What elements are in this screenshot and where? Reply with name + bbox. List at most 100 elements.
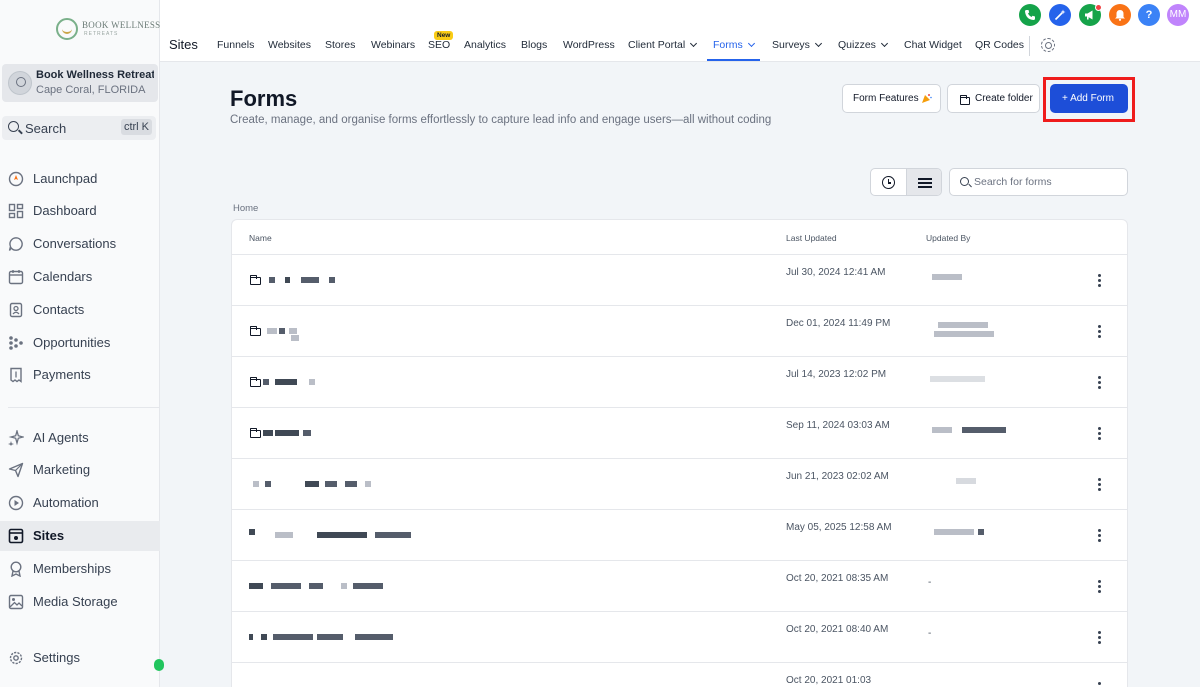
receipt-icon [10, 367, 22, 383]
more-options-icon[interactable] [1098, 325, 1101, 338]
send-icon [8, 462, 24, 478]
phone-icon [1025, 10, 1035, 20]
table-row[interactable]: Oct 20, 2021 08:35 AM - [232, 561, 1127, 612]
tab-wordpress[interactable]: WordPress [563, 39, 615, 61]
tab-label: QR Codes [975, 39, 1025, 51]
sidebar-item-label: Settings [33, 650, 80, 665]
row-name-redacted[interactable] [249, 427, 409, 441]
sidebar-item-sites[interactable]: Sites [0, 521, 160, 551]
magic-wand-button[interactable] [1049, 4, 1071, 26]
sidebar-item-label: Payments [33, 367, 91, 382]
tab-funnels[interactable]: Funnels [217, 39, 254, 61]
table-row[interactable]: Jul 14, 2023 12:02 PM [232, 357, 1127, 408]
form-features-button[interactable]: Form Features [842, 84, 941, 113]
sidebar-item-ai-agents[interactable]: AI Agents [0, 423, 160, 453]
sidebar-item-marketing[interactable]: Marketing [0, 455, 160, 485]
table-row[interactable]: Jun 21, 2023 02:02 AM [232, 459, 1127, 510]
notification-dot [1095, 4, 1102, 11]
tab-client-portal[interactable]: Client Portal [628, 39, 698, 61]
row-last-updated: Oct 20, 2021 08:35 AM [786, 573, 889, 584]
list-view-button[interactable] [906, 169, 941, 195]
row-name-redacted[interactable] [249, 682, 409, 687]
more-options-icon[interactable] [1098, 427, 1101, 440]
tab-seo[interactable]: SEO [428, 39, 450, 61]
row-name-redacted[interactable] [249, 631, 409, 645]
notifications-button[interactable] [1109, 4, 1131, 26]
create-folder-button[interactable]: Create folder [947, 84, 1040, 113]
sidebar-item-payments[interactable]: Payments [0, 360, 160, 390]
row-name-redacted[interactable] [249, 376, 409, 390]
sidebar-item-settings[interactable]: Settings [0, 643, 160, 673]
add-form-button[interactable]: + Add Form [1050, 84, 1128, 113]
more-options-icon[interactable] [1098, 376, 1101, 389]
account-switcher[interactable]: Book Wellness Retreats Cape Coral, FLORI… [2, 64, 158, 102]
tab-stores[interactable]: Stores [325, 39, 355, 61]
gear-icon[interactable] [1041, 38, 1055, 52]
more-options-icon[interactable] [1098, 274, 1101, 287]
more-options-icon[interactable] [1098, 478, 1101, 491]
topnav-divider [1029, 36, 1030, 56]
row-name-redacted[interactable] [249, 478, 409, 492]
table-row[interactable]: Dec 01, 2024 11:49 PM [232, 306, 1127, 357]
column-header-last-updated[interactable]: Last Updated [786, 233, 837, 243]
logo-subtext: RETREATS [84, 31, 119, 37]
sidebar-item-contacts[interactable]: Contacts [0, 295, 160, 325]
table-row[interactable]: May 05, 2025 12:58 AM [232, 510, 1127, 561]
tab-label: Stores [325, 39, 356, 51]
table-row[interactable]: Jul 30, 2024 12:41 AM [232, 255, 1127, 306]
search-icon [960, 177, 969, 186]
support-chat-handle[interactable] [154, 659, 164, 671]
sidebar-item-launchpad[interactable]: Launchpad [0, 164, 160, 194]
tab-blogs[interactable]: Blogs [521, 39, 547, 61]
sidebar-item-label: AI Agents [33, 430, 89, 445]
tab-surveys[interactable]: Surveys [772, 39, 822, 61]
sidebar-item-dashboard[interactable]: Dashboard [0, 196, 160, 226]
breadcrumb-home[interactable]: Home [233, 203, 258, 214]
sidebar-divider [8, 407, 160, 408]
sidebar-item-label: Memberships [33, 561, 112, 576]
tab-qr-codes[interactable]: QR Codes [975, 39, 1024, 61]
row-name-redacted[interactable] [249, 580, 409, 594]
tab-chat-widget[interactable]: Chat Widget [904, 39, 962, 61]
row-name-redacted[interactable] [249, 325, 409, 341]
sidebar-item-automation[interactable]: Automation [0, 488, 160, 518]
forms-search-input[interactable] [949, 168, 1128, 196]
sidebar-item-conversations[interactable]: Conversations [0, 229, 160, 259]
more-options-icon[interactable] [1098, 631, 1101, 644]
sidebar-item-memberships[interactable]: Memberships [0, 554, 160, 584]
row-updated-by [928, 679, 1038, 687]
tab-websites[interactable]: Websites [268, 39, 311, 61]
tab-analytics[interactable]: Analytics [464, 39, 506, 61]
table-row[interactable]: Sep 11, 2024 03:03 AM [232, 408, 1127, 459]
opportunities-icon [9, 336, 23, 350]
sidebar-item-media-storage[interactable]: Media Storage [0, 587, 160, 617]
view-toggle [870, 168, 942, 196]
user-avatar[interactable]: MM [1167, 4, 1189, 26]
row-name-redacted[interactable] [249, 274, 409, 288]
column-header-name[interactable]: Name [249, 233, 272, 243]
tab-webinars[interactable]: Webinars [371, 39, 415, 61]
create-folder-label: Create folder [975, 93, 1033, 104]
more-options-icon[interactable] [1098, 529, 1101, 542]
brand-logo[interactable]: BOOK WELLNESS RETREATS [56, 16, 160, 42]
row-last-updated: Dec 01, 2024 11:49 PM [786, 318, 891, 329]
tab-quizzes[interactable]: Quizzes [838, 39, 888, 61]
column-header-updated-by[interactable]: Updated By [926, 233, 970, 243]
sidebar-search[interactable]: Search ctrl K [2, 116, 156, 140]
row-updated-by-redacted [928, 526, 1038, 546]
sidebar-item-calendars[interactable]: Calendars [0, 262, 160, 292]
recent-view-button[interactable] [871, 169, 907, 195]
tab-label: Quizzes [838, 39, 876, 51]
table-row[interactable]: Oct 20, 2021 01:03 [232, 663, 1127, 687]
row-updated-by: - [928, 577, 932, 588]
sidebar-item-opportunities[interactable]: Opportunities [0, 328, 160, 358]
help-button[interactable]: ? [1138, 4, 1160, 26]
more-options-icon[interactable] [1098, 580, 1101, 593]
table-header: Name Last Updated Updated By [232, 220, 1127, 255]
row-name-redacted[interactable] [249, 529, 411, 543]
table-row[interactable]: Oct 20, 2021 08:40 AM - [232, 612, 1127, 663]
more-options-icon[interactable] [1098, 682, 1101, 687]
party-popper-icon [922, 94, 932, 103]
phone-button[interactable] [1019, 4, 1041, 26]
tab-forms[interactable]: Forms [707, 39, 760, 61]
